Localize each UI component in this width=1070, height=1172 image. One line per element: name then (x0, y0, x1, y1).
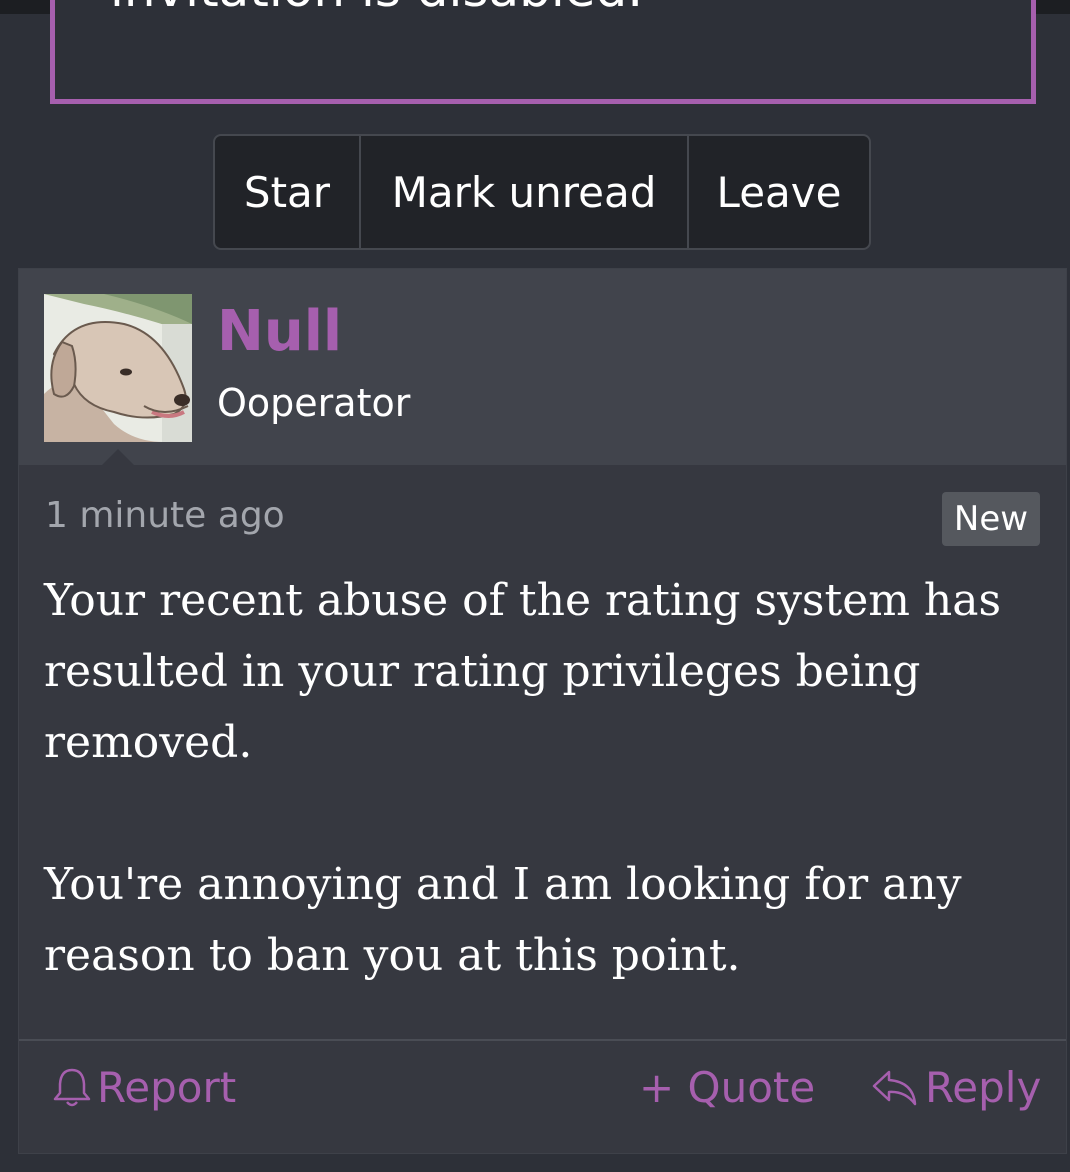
footer-divider (19, 1039, 1066, 1041)
post-timestamp[interactable]: 1 minute ago (45, 495, 285, 536)
message-paragraph: Your recent abuse of the rating system h… (44, 575, 1002, 768)
header-pointer (102, 449, 134, 465)
quote-link[interactable]: + Quote (639, 1059, 815, 1115)
message-paragraph: You're annoying and I am looking for any… (44, 859, 962, 981)
message-post: Null Ooperator 1 minute ago New Your rec… (18, 268, 1067, 1154)
reply-arrow-icon (872, 1070, 917, 1106)
new-badge: New (942, 492, 1040, 546)
author-username[interactable]: Null (217, 299, 342, 364)
report-link[interactable]: Report (53, 1059, 236, 1115)
disabled-notice: invitation is disabled. (50, 0, 1036, 104)
notice-text: invitation is disabled. (110, 0, 643, 18)
post-author-header: Null Ooperator (19, 269, 1066, 465)
reply-label: Reply (925, 1062, 1042, 1112)
message-body: Your recent abuse of the rating system h… (44, 565, 1044, 991)
leave-button[interactable]: Leave (689, 136, 869, 248)
quote-label: + Quote (639, 1062, 816, 1112)
dog-avatar-image (44, 294, 192, 442)
author-title: Ooperator (217, 381, 411, 425)
star-button[interactable]: Star (215, 136, 361, 248)
reply-link[interactable]: Reply (871, 1059, 1041, 1115)
report-label: Report (97, 1062, 237, 1112)
avatar[interactable] (44, 294, 192, 442)
bell-icon (53, 1068, 91, 1107)
mark-unread-button[interactable]: Mark unread (361, 136, 689, 248)
conversation-actions: Star Mark unread Leave (213, 134, 871, 250)
